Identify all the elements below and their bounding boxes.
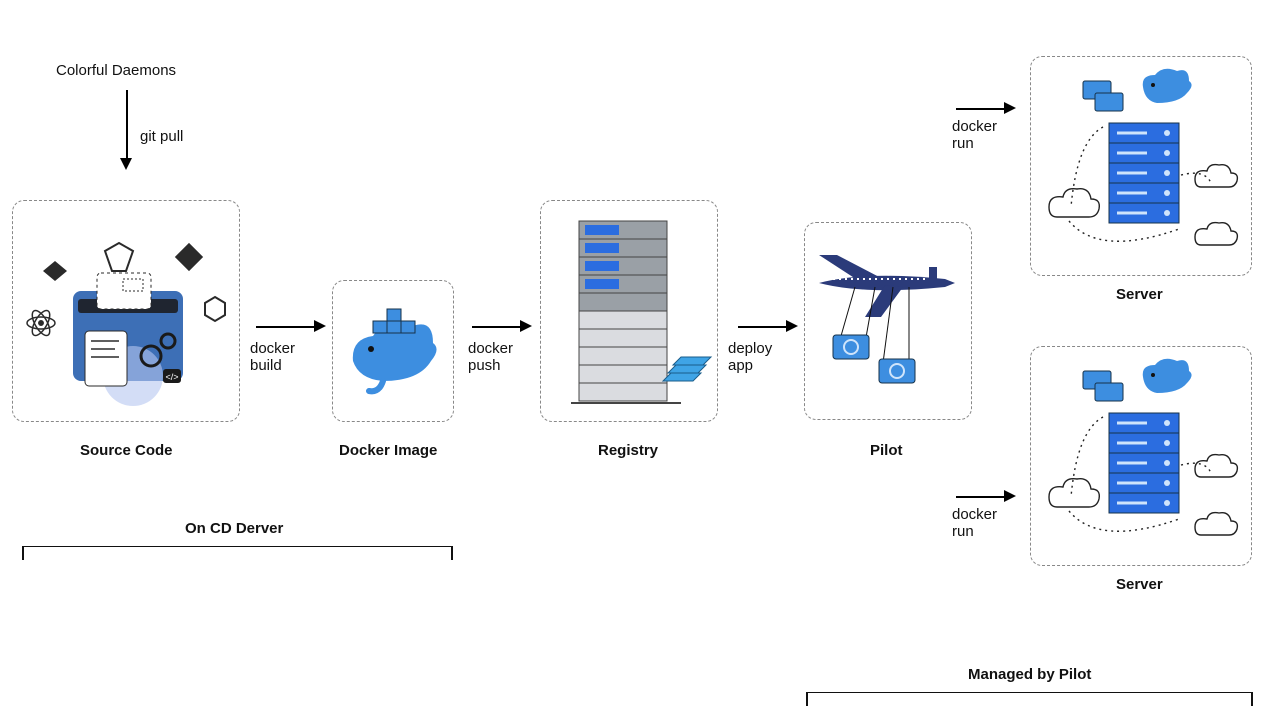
server-label-2: Server: [1116, 576, 1163, 593]
arrow-run2-head: [1004, 490, 1016, 502]
arrow-run2-line: [956, 496, 1006, 498]
server-cloud-icon: [1031, 57, 1251, 275]
arrow-build-label: dockerbuild: [250, 340, 295, 374]
server-box-2: [1030, 346, 1252, 566]
source-code-icon: </>: [13, 201, 239, 421]
managed-pilot-tick-l: [806, 692, 808, 706]
arrow-push-label: dockerpush: [468, 340, 513, 374]
pilot-box: [804, 222, 972, 420]
registry-server-icon: [541, 201, 717, 421]
cd-server-bracket: [22, 546, 452, 547]
registry-label: Registry: [598, 442, 658, 459]
server-label-1: Server: [1116, 286, 1163, 303]
arrow-deploy-label: deployapp: [728, 340, 772, 374]
arrow-run1-head: [1004, 102, 1016, 114]
source-code-label: Source Code: [80, 442, 173, 459]
source-code-box: </>: [12, 200, 240, 422]
diagram-title: Colorful Daemons: [56, 62, 176, 79]
arrow-run1-line: [956, 108, 1006, 110]
pilot-label: Pilot: [870, 442, 903, 459]
arrow-push-line: [472, 326, 522, 328]
arrow-deploy-head: [786, 320, 798, 332]
arrow-run1-label: dockerrun: [952, 118, 997, 152]
arrow-git-pull-head: [120, 158, 132, 170]
arrow-build-line: [256, 326, 316, 328]
managed-pilot-group-label: Managed by Pilot: [968, 666, 1091, 683]
airplane-icon: [805, 223, 971, 419]
arrow-git-pull-label: git pull: [140, 128, 183, 145]
registry-box: [540, 200, 718, 422]
docker-whale-icon: [333, 281, 453, 421]
server-box-1: [1030, 56, 1252, 276]
managed-pilot-bracket: [806, 692, 1252, 693]
arrow-build-head: [314, 320, 326, 332]
arrow-push-head: [520, 320, 532, 332]
arrow-run2-label: dockerrun: [952, 506, 997, 540]
docker-image-label: Docker Image: [339, 442, 437, 459]
server-cloud-icon-2: [1031, 347, 1251, 565]
arrow-git-pull-line: [126, 90, 128, 160]
cd-server-tick-r: [451, 546, 453, 560]
docker-image-box: [332, 280, 454, 422]
cd-server-tick-l: [22, 546, 24, 560]
svg-text:</>: </>: [165, 372, 178, 382]
cd-server-group-label: On CD Derver: [185, 520, 283, 537]
arrow-deploy-line: [738, 326, 788, 328]
managed-pilot-tick-r: [1251, 692, 1253, 706]
